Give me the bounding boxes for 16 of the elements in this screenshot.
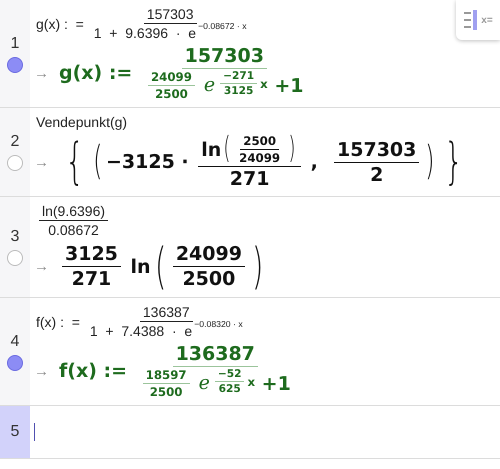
result-arrow: → [34,258,49,276]
row-number-cell[interactable]: 3 [0,197,30,298]
result-arrow: → [34,154,49,170]
row-number-cell[interactable]: 5 [0,406,30,458]
visibility-toggle[interactable] [7,155,23,171]
result-arrow: → [34,64,49,82]
panel-icon [463,9,480,31]
input-formula[interactable]: Vendepunkt(g) [36,114,128,130]
row-number-cell[interactable]: 2 [0,108,30,196]
row-number-cell[interactable]: 1 [0,0,30,107]
input-formula[interactable]: ln(9.6396) 0.08672 [36,203,112,238]
result-arrow: → [34,362,49,380]
visibility-toggle[interactable] [7,56,23,72]
visibility-toggle[interactable] [7,354,23,371]
visibility-toggle[interactable] [7,250,23,266]
row-number-cell[interactable]: 4 [0,298,30,406]
